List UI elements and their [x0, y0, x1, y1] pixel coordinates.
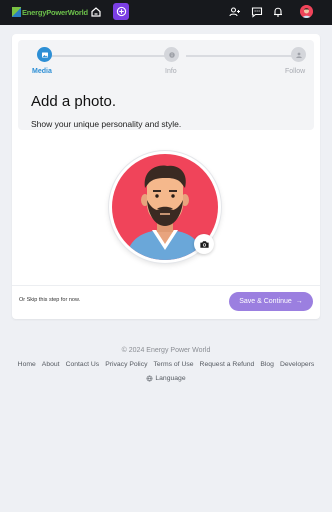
step-label-info: Info	[165, 68, 177, 75]
camera-icon	[199, 240, 209, 248]
footer-link-blog[interactable]: Blog	[260, 361, 274, 368]
step-media-dot	[37, 47, 52, 62]
profile-avatar[interactable]	[300, 5, 313, 18]
language-selector[interactable]: Language	[0, 375, 332, 382]
add-user-icon[interactable]	[228, 5, 242, 19]
arrow-right-icon: →	[295, 298, 303, 305]
save-continue-label: Save & Continue	[239, 298, 292, 305]
skip-step-link[interactable]: Or Skip this step for now.	[19, 297, 80, 303]
page-title: Add a photo.	[31, 93, 117, 110]
globe-icon	[146, 375, 153, 382]
brand-icon	[12, 7, 21, 17]
footer-link-contact[interactable]: Contact Us	[66, 361, 100, 368]
brand-logo[interactable]: EnergyPowerWorld	[12, 7, 88, 17]
footer-link-developers[interactable]: Developers	[280, 361, 314, 368]
footer-link-about[interactable]: About	[42, 361, 60, 368]
plus-circle-icon	[116, 6, 126, 17]
card-divider	[12, 285, 320, 286]
save-continue-button[interactable]: Save & Continue →	[229, 292, 313, 311]
upload-photo-button[interactable]	[194, 234, 214, 254]
step-connector	[186, 55, 298, 57]
image-icon	[41, 52, 48, 57]
footer-links: Home About Contact Us Privacy Policy Ter…	[0, 361, 332, 368]
step-follow-dot	[291, 47, 306, 62]
messages-icon[interactable]	[250, 5, 264, 19]
footer-link-home[interactable]: Home	[18, 361, 36, 368]
brand-name: EnergyPowerWorld	[22, 7, 88, 17]
page-subtitle: Show your unique personality and style.	[31, 119, 182, 129]
card-header: Media Info Follow Add a photo. Show your…	[18, 40, 314, 130]
onboarding-card: Media Info Follow Add a photo. Show your…	[12, 34, 320, 319]
notifications-icon[interactable]	[271, 5, 285, 19]
language-label: Language	[155, 375, 186, 382]
footer-link-privacy[interactable]: Privacy Policy	[105, 361, 147, 368]
home-icon[interactable]	[89, 5, 103, 19]
step-label-media: Media	[32, 68, 52, 75]
copyright: © 2024 Energy Power World	[121, 347, 211, 354]
step-label-follow: Follow	[285, 68, 306, 75]
top-nav: EnergyPowerWorld	[0, 0, 332, 25]
user-icon	[295, 52, 302, 58]
footer-link-terms[interactable]: Terms of Use	[154, 361, 194, 368]
create-button[interactable]	[113, 3, 129, 20]
step-info-dot	[164, 47, 179, 62]
step-connector	[46, 55, 168, 57]
footer-link-refund[interactable]: Request a Refund	[200, 361, 255, 368]
info-icon	[168, 51, 175, 58]
